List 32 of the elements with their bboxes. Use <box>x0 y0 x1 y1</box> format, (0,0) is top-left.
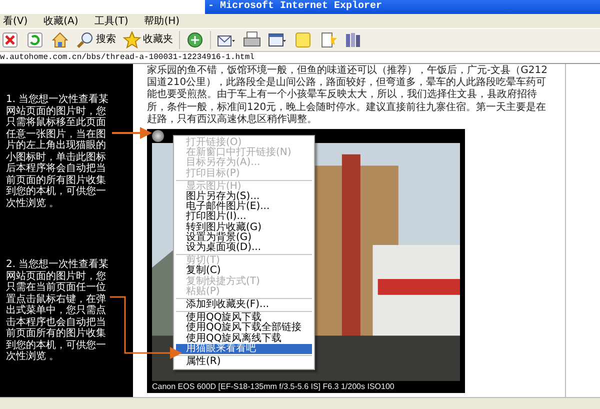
window-title: - Microsoft Internet Explorer <box>207 1 382 13</box>
refresh-icon[interactable] <box>26 31 44 49</box>
menu-item[interactable]: 使用QQ旋风下载全部链接 <box>176 323 312 334</box>
menu-item[interactable]: 打印图片(I)... <box>176 212 312 223</box>
star-icon <box>123 31 141 49</box>
menu-item[interactable]: 设为桌面项(D)... <box>176 243 312 254</box>
photo-caption: Canon EOS 600D [EF-S18-135mm f/3.5-5.6 IS] F6.3 1/200s ISO100 <box>152 381 396 394</box>
printer-icon[interactable] <box>243 31 261 49</box>
pointer-arrow <box>110 296 182 359</box>
menu-item[interactable]: 看(V) <box>0 14 31 28</box>
annotation-text: 2. 当您想一次性查看某网站页面的图片时，您只需在当前页面任一位置点击鼠标右键，在弹出式菜单中，您只需点击本程序也会自动把当前页面所有的图片收集到您的本机，可供您一次性浏览 。 <box>6 259 109 362</box>
menu-item[interactable]: 属性(R) <box>176 357 312 368</box>
home-icon[interactable] <box>51 31 69 49</box>
menu-item[interactable]: 转到图片收藏(G) <box>176 222 312 233</box>
menu-item[interactable]: 复制(C) <box>176 266 312 277</box>
document-star-icon[interactable] <box>319 31 337 49</box>
search-icon <box>76 31 94 49</box>
url-text[interactable]: w.autohome.com.cn/bbs/thread-a-100031-12234916-1.html <box>0 52 254 62</box>
menu-item[interactable]: 收藏(A) <box>40 14 82 28</box>
books-icon[interactable] <box>344 31 362 49</box>
window-icon[interactable] <box>268 31 287 49</box>
menu-item[interactable]: 工具(T) <box>91 14 132 28</box>
menu-item[interactable]: 帮助(H) <box>141 14 183 28</box>
menu-item[interactable]: 添加到收藏夹(F)... <box>176 300 312 310</box>
annotation-text: 1. 当您想一次性查看某网站页面的图片时，您只需将鼠标移至此页面任意一张图片，当在图片的左上角出现猫眼的小图标时，单击此图标后本程序将会自动把当前页面的所有图片收集到您的本机，可供您一次性浏览 。 <box>6 94 109 209</box>
favorites-button[interactable]: 收藏夹 <box>122 31 174 49</box>
menu-item[interactable]: 使用QQ旋风离线下载 <box>176 334 312 344</box>
pointer-arrow <box>112 127 152 139</box>
article-paragraph: 家乐园的鱼不错，饭馆环境一般，但鱼的味道还可以（推荐），午饭后，广元-文县（G212国道210公里），此路段全是山间公路，路面较好，但弯道多，晕车的人此路段吃晕车药可能也要受煎熬。由于车上有一个小孩晕车反映太大，所以，我们选择住文县，县政府招待所，条件一般，标准间120元，晚上会随时停水。建议直接前往九寨住宿。第一天主要是在赶路，只有西汉高速休息区稍作调整。 <box>147 65 548 126</box>
cat-eye-icon[interactable] <box>152 130 164 142</box>
stop-icon[interactable] <box>1 31 19 49</box>
search-button[interactable]: 搜索 <box>75 31 117 49</box>
